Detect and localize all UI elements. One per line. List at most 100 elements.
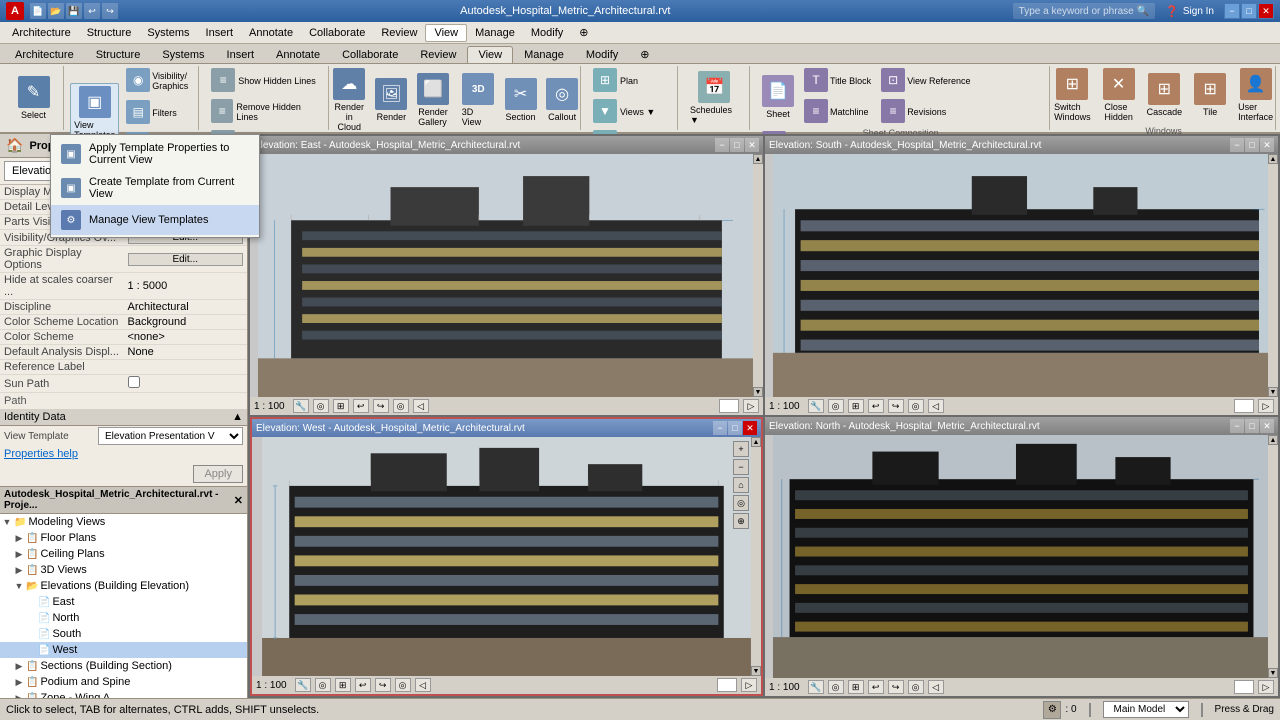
tab-annotate[interactable]: Annotate (265, 46, 331, 63)
vp-south-tool5[interactable]: ↪ (888, 399, 904, 413)
vp-west-scrollbar-v[interactable]: ▲ ▼ (751, 437, 761, 676)
sheet-btn[interactable]: 📄 Sheet (758, 73, 798, 121)
vp-north-max[interactable]: □ (1245, 419, 1259, 433)
browser-tree-item[interactable]: 📄 East (0, 594, 247, 610)
tab-plus[interactable]: ⊕ (629, 45, 660, 63)
plan-btn[interactable]: ⊞ Plan (589, 66, 642, 96)
vp-west-tool7[interactable]: ◁ (415, 678, 431, 692)
browser-tree-item[interactable]: ▶ 📋 Zone - Wing A (0, 690, 247, 698)
user-interface-btn[interactable]: 👤 UserInterface (1234, 66, 1277, 124)
vp-north-min[interactable]: − (1230, 419, 1244, 433)
vp-east-scroll-up[interactable]: ▲ (753, 154, 763, 164)
menu-review[interactable]: Review (373, 25, 425, 41)
vp-north-scroll-up[interactable]: ▲ (1268, 435, 1278, 445)
menu-insert[interactable]: Insert (198, 25, 242, 41)
browser-tree-item[interactable]: ▶ 📋 Sections (Building Section) (0, 658, 247, 674)
tab-systems[interactable]: Systems (151, 46, 215, 63)
menu-modify[interactable]: Modify (523, 25, 571, 41)
callout-btn[interactable]: ◎ Callout (542, 76, 582, 124)
vp-south-tool7[interactable]: ◁ (928, 399, 944, 413)
sun-path-checkbox[interactable] (128, 376, 140, 388)
vp-north-close[interactable]: ✕ (1260, 419, 1274, 433)
help-icon[interactable]: ❓ (1165, 5, 1179, 18)
vp-west-zoom-in[interactable]: + (733, 441, 749, 457)
vp-north-tool2[interactable]: ◎ (828, 680, 844, 694)
vp-north-tool5[interactable]: ↪ (888, 680, 904, 694)
show-hidden-lines-btn[interactable]: ≡ Show Hidden Lines (207, 66, 320, 96)
vp-west-close[interactable]: ✕ (743, 421, 757, 435)
vp-west-tool4[interactable]: ◎ (733, 495, 749, 511)
schedules-btn[interactable]: 📅 Schedules ▼ (686, 69, 743, 127)
vp-east-tool3[interactable]: ⊞ (333, 399, 349, 413)
browser-tree-item[interactable]: ▶ 📋 Floor Plans (0, 530, 247, 546)
menu-structure[interactable]: Structure (79, 25, 140, 41)
vp-south-tool2[interactable]: ◎ (828, 399, 844, 413)
select-btn[interactable]: ✎ Select (14, 74, 54, 122)
vp-west-min[interactable]: − (713, 421, 727, 435)
browser-tree-item[interactable]: ▼ 📂 Elevations (Building Elevation) (0, 578, 247, 594)
status-icon-1[interactable]: ⚙ (1043, 701, 1061, 719)
vp-west-scroll-down[interactable]: ▼ (751, 666, 761, 676)
manage-view-templates-item[interactable]: ⚙ Manage View Templates (51, 205, 259, 235)
vp-east-tool1[interactable]: 🔧 (293, 399, 309, 413)
revisions-btn[interactable]: ≡ Revisions (877, 97, 974, 127)
vp-west-expand[interactable]: ▷ (741, 678, 757, 692)
close-hidden-btn[interactable]: ✕ CloseHidden (1099, 66, 1139, 124)
vp-north-view-ctrl[interactable] (1234, 680, 1254, 694)
vp-north-tool4[interactable]: ↩ (868, 680, 884, 694)
vp-south-expand[interactable]: ▷ (1258, 399, 1274, 413)
render-btn[interactable]: 🖼 Render (372, 76, 412, 124)
model-selector[interactable]: Main Model (1103, 701, 1189, 718)
tab-manage[interactable]: Manage (513, 46, 575, 63)
browser-tree-item[interactable]: 📄 West (0, 642, 247, 658)
redo-btn[interactable]: ↪ (102, 3, 118, 19)
cascade-btn[interactable]: ⊞ Cascade (1143, 71, 1187, 119)
vp-west-tool3[interactable]: ⊞ (335, 678, 351, 692)
tab-review[interactable]: Review (409, 46, 467, 63)
browser-tree-item[interactable]: 📄 South (0, 626, 247, 642)
vp-west-scroll-up[interactable]: ▲ (751, 437, 761, 447)
create-template-item[interactable]: ▣ Create Template from Current View (51, 171, 259, 205)
vp-south-tool4[interactable]: ↩ (868, 399, 884, 413)
identity-data-header[interactable]: Identity Data ▲ (0, 409, 247, 426)
vp-south-min[interactable]: − (1230, 138, 1244, 152)
open-btn[interactable]: 📂 (48, 3, 64, 19)
vp-east-scroll-down[interactable]: ▼ (753, 387, 763, 397)
vp-south-scroll-down[interactable]: ▼ (1268, 387, 1278, 397)
search-box[interactable]: Type a keyword or phrase 🔍 (1013, 3, 1156, 19)
new-btn[interactable]: 📄 (30, 3, 46, 19)
remove-hidden-lines-btn[interactable]: ≡ Remove Hidden Lines (207, 97, 322, 127)
render-gallery-btn[interactable]: ⬜ RenderGallery (413, 71, 453, 129)
vp-east-tool4[interactable]: ↩ (353, 399, 369, 413)
undo-btn[interactable]: ↩ (84, 3, 100, 19)
vp-east-min[interactable]: − (715, 138, 729, 152)
tab-view[interactable]: View (467, 46, 513, 63)
vp-east-view-ctrl[interactable] (719, 399, 739, 413)
vp-west-tool1[interactable]: 🔧 (295, 678, 311, 692)
vp-west-zoom-out[interactable]: − (733, 459, 749, 475)
vp-north-scrollbar-v[interactable]: ▲ ▼ (1268, 435, 1278, 678)
vp-west-tool6[interactable]: ◎ (395, 678, 411, 692)
close-btn[interactable]: ✕ (1258, 3, 1274, 19)
menu-view[interactable]: View (425, 24, 467, 42)
render-cloud-btn[interactable]: ☁ Renderin Cloud (329, 66, 370, 134)
vp-west-tool5[interactable]: ↪ (375, 678, 391, 692)
title-block-btn[interactable]: T Title Block (800, 66, 875, 96)
vp-east-tool7[interactable]: ◁ (413, 399, 429, 413)
tab-collaborate[interactable]: Collaborate (331, 46, 409, 63)
vp-west-max[interactable]: □ (728, 421, 742, 435)
menu-manage[interactable]: Manage (467, 25, 523, 41)
apply-template-item[interactable]: ▣ Apply Template Properties to Current V… (51, 137, 259, 171)
sign-in-btn[interactable]: Sign In (1183, 6, 1214, 17)
minimize-btn[interactable]: − (1224, 3, 1240, 19)
vp-south-scrollbar-v[interactable]: ▲ ▼ (1268, 154, 1278, 397)
vp-east-expand[interactable]: ▷ (743, 399, 759, 413)
matchline-btn[interactable]: ≡ Matchline (800, 97, 875, 127)
vp-south-tool6[interactable]: ◎ (908, 399, 924, 413)
save-btn[interactable]: 💾 (66, 3, 82, 19)
menu-systems[interactable]: Systems (139, 25, 197, 41)
view-template-dropdown[interactable]: Elevation Presentation V (98, 427, 243, 445)
vp-west-tool5[interactable]: ⊕ (733, 513, 749, 529)
vp-north-scroll-down[interactable]: ▼ (1268, 668, 1278, 678)
tab-insert[interactable]: Insert (216, 46, 266, 63)
